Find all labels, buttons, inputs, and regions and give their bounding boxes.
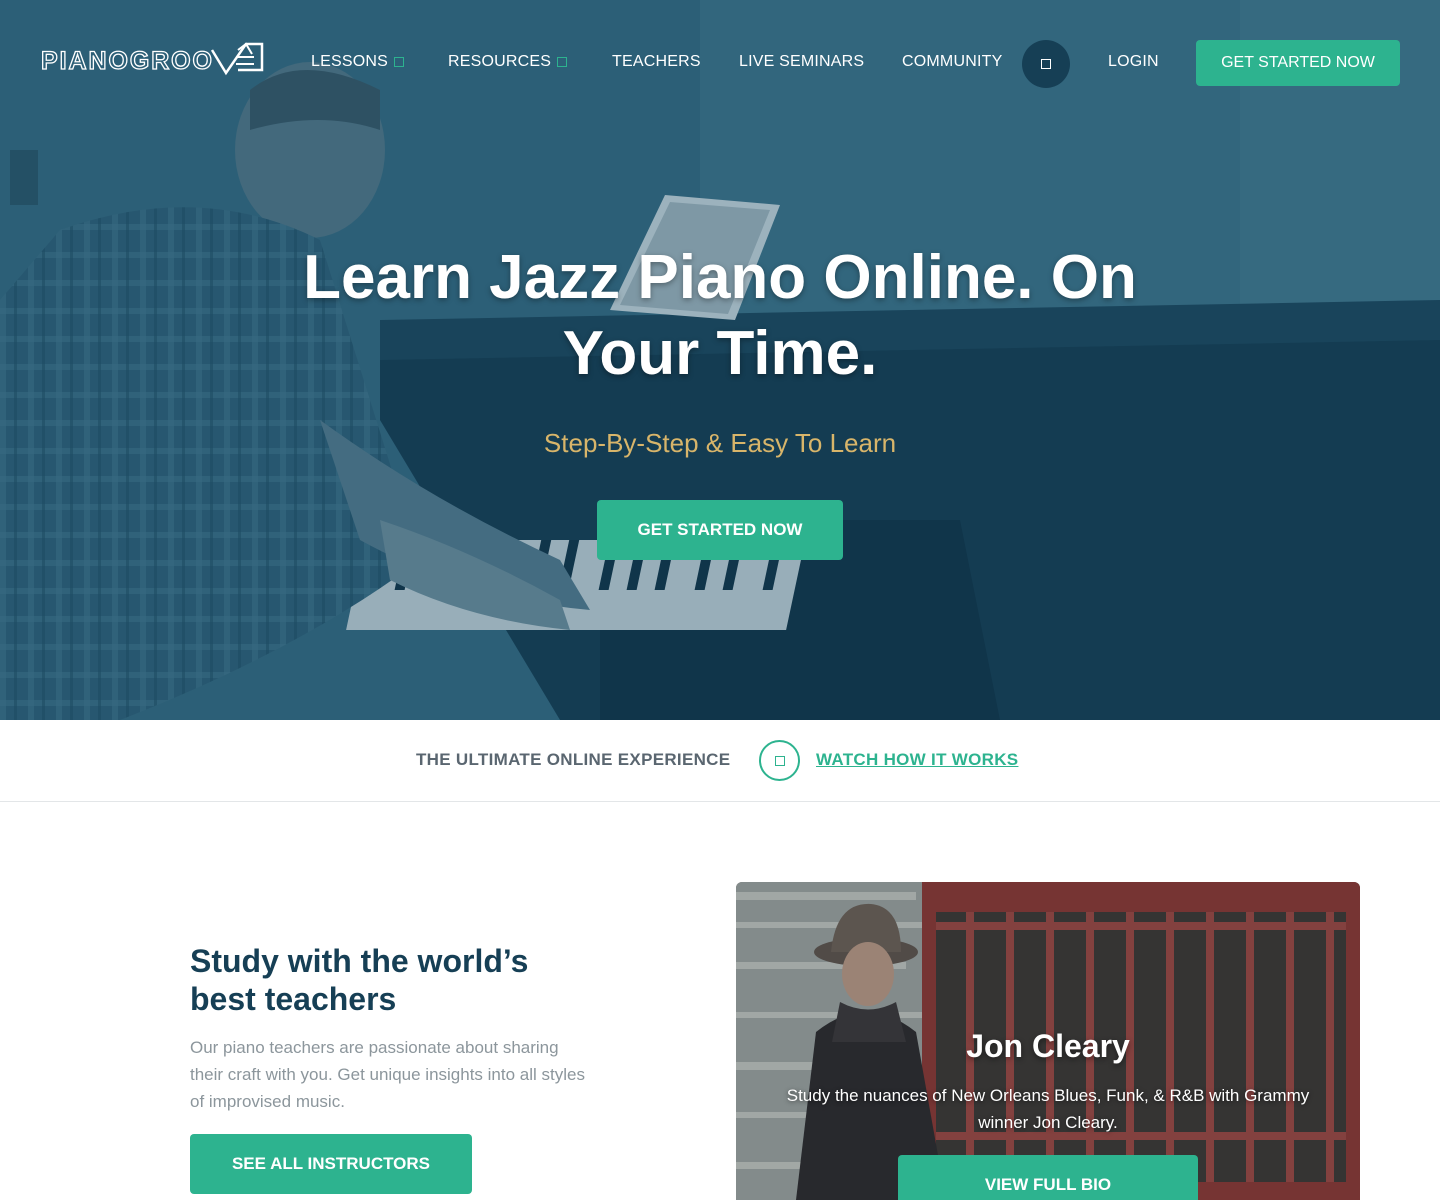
nav-lessons-label: LESSONS [311,53,388,70]
chevron-down-icon [394,57,404,67]
teachers-section-description: Our piano teachers are passionate about … [190,1038,585,1111]
teacher-description: Study the nuances of New Orleans Blues, … [786,1086,1310,1132]
search-button[interactable] [1022,40,1070,88]
nav-lessons[interactable]: LESSONS [311,50,404,74]
view-full-bio-button[interactable]: VIEW FULL BIO [898,1155,1198,1200]
svg-text:PIANOGROO: PIANOGROO [41,47,212,75]
experience-label: THE ULTIMATE ONLINE EXPERIENCE [416,750,731,769]
search-icon [1041,59,1051,69]
featured-teacher-card: Jon Cleary Study the nuances of New Orle… [736,882,1360,1200]
see-all-instructors-button[interactable]: SEE ALL INSTRUCTORS [190,1134,472,1194]
chevron-down-icon [557,57,568,67]
hero-subtitle: Step-By-Step & Easy To Learn [543,428,897,458]
watch-how-it-works-link[interactable]: WATCH HOW IT WORKS [816,750,1018,770]
nav-community[interactable]: COMMUNITY [902,50,1002,74]
nav-resources-label: RESOURCES [448,53,552,70]
hero-get-started-button[interactable]: GET STARTED NOW [597,500,843,560]
teacher-name: Jon Cleary [966,1028,1130,1064]
play-video-button[interactable] [759,740,800,781]
pianogroove-logo[interactable]: PIANOGROO [40,40,266,76]
main-navigation: PIANOGROO LESSONS RESOURCES TEACHERS LIV… [0,0,1440,125]
teachers-section-title: Study with the world’s best teachers [190,943,529,1017]
hero-section: PIANOGROO LESSONS RESOURCES TEACHERS LIV… [0,0,1440,720]
hero-title: Learn Jazz Piano Online. On Your Time. [303,243,1137,388]
nav-get-started-button[interactable]: GET STARTED NOW [1196,40,1400,86]
nav-live-seminars[interactable]: LIVE SEMINARS [739,50,864,74]
play-icon [774,755,785,766]
login-link[interactable]: LOGIN [1108,50,1159,74]
nav-resources[interactable]: RESOURCES [448,50,568,74]
experience-strip: THE ULTIMATE ONLINE EXPERIENCE WATCH HOW… [0,720,1440,802]
nav-teachers[interactable]: TEACHERS [612,50,701,74]
